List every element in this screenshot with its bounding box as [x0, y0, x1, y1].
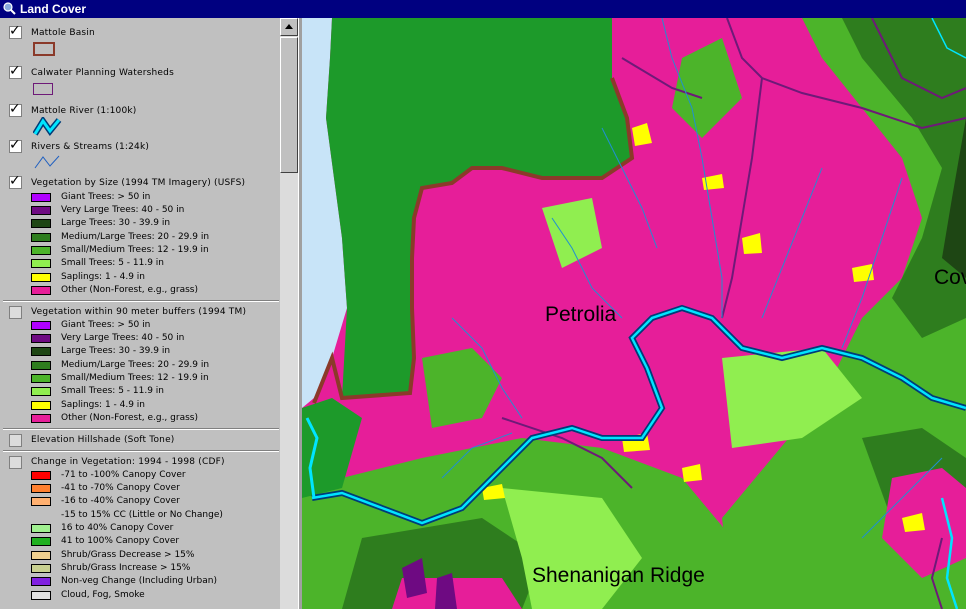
legend-label: Small Trees: 5 - 11.9 in: [61, 258, 164, 268]
legend-label: Other (Non-Forest, e.g., grass): [61, 413, 198, 423]
layer-checkbox-veg-size[interactable]: ✓: [9, 174, 22, 189]
legend-label: Very Large Trees: 40 - 50 in: [61, 333, 185, 343]
legend-swatch: [31, 233, 51, 242]
legend-label: -41 to -70% Canopy Cover: [61, 483, 180, 493]
legend-label: -15 to 15% CC (Little or No Change): [61, 510, 223, 520]
layer-name: Mattole River (1:100k): [31, 106, 137, 116]
layer-name: Elevation Hillshade (Soft Tone): [31, 435, 175, 445]
scroll-up-arrow-icon[interactable]: [280, 18, 298, 36]
basin-outline-symbol: [33, 42, 55, 56]
map-label-shenanigan-ridge: Shenanigan Ridge: [532, 564, 705, 587]
legend-label: Giant Trees: > 50 in: [61, 320, 151, 330]
legend-label: Shrub/Grass Increase > 15%: [61, 563, 191, 573]
legend-label: 41 to 100% Canopy Cover: [61, 536, 180, 546]
legend-label: 16 to 40% Canopy Cover: [61, 523, 174, 533]
layer-name: Change in Vegetation: 1994 - 1998 (CDF): [31, 457, 225, 467]
legend-label: Non-veg Change (Including Urban): [61, 576, 217, 586]
legend-label: Giant Trees: > 50 in: [61, 192, 151, 202]
title-bar[interactable]: Land Cover: [0, 0, 966, 18]
toc-scrollbar[interactable]: [280, 18, 298, 609]
legend-label: -16 to -40% Canopy Cover: [61, 496, 180, 506]
legend-label: Saplings: 1 - 4.9 in: [61, 272, 146, 282]
legend-swatch: [31, 286, 51, 295]
legend-swatch: [31, 273, 51, 282]
window-title: Land Cover: [20, 2, 87, 16]
table-of-contents: ✓ Mattole Basin ✓ Calwater Planning Wate…: [0, 18, 280, 609]
map-label-petrolia: Petrolia: [545, 303, 617, 326]
map-view[interactable]: Petrolia Shenanigan Ridge Cov: [302, 18, 966, 609]
legend-label: Large Trees: 30 - 39.9 in: [61, 346, 171, 356]
legend-swatch: [31, 219, 51, 228]
legend-swatch: [31, 374, 51, 383]
layer-checkbox-streams[interactable]: ✓: [9, 138, 22, 153]
legend-swatch: [31, 334, 51, 343]
legend-swatch: [31, 497, 51, 506]
legend-label: -71 to -100% Canopy Cover: [61, 470, 186, 480]
legend-label: Very Large Trees: 40 - 50 in: [61, 205, 185, 215]
legend-label: Cloud, Fog, Smoke: [61, 590, 145, 600]
layer-checkbox-veg-buffers[interactable]: [9, 306, 22, 319]
legend-swatch: [31, 414, 51, 423]
legend-swatch: [31, 564, 51, 573]
divider: [3, 428, 279, 430]
legend-label: Small/Medium Trees: 12 - 19.9 in: [61, 373, 209, 383]
legend-label: Medium/Large Trees: 20 - 29.9 in: [61, 360, 210, 370]
layer-name: Vegetation within 90 meter buffers (1994…: [31, 307, 247, 317]
legend-swatch: [31, 577, 51, 586]
layer-checkbox-veg-change[interactable]: [9, 456, 22, 469]
legend-swatch: [31, 259, 51, 268]
legend-swatch: [31, 387, 51, 396]
legend-label: Small/Medium Trees: 12 - 19.9 in: [61, 245, 209, 255]
legend-swatch: [31, 551, 51, 560]
divider: [3, 300, 279, 302]
app-icon: [3, 2, 16, 15]
divider: [3, 450, 279, 452]
stream-line-symbol: [34, 155, 60, 169]
layer-checkbox-calwater[interactable]: ✓: [9, 64, 22, 79]
river-line-symbol: [33, 117, 62, 136]
layer-name: Calwater Planning Watersheds: [31, 68, 174, 78]
map-label-cov: Cov: [934, 266, 966, 289]
layer-checkbox-hillshade[interactable]: [9, 434, 22, 447]
layer-name: Vegetation by Size (1994 TM Imagery) (US…: [31, 178, 246, 188]
legend-swatch: [31, 361, 51, 370]
layer-name: Mattole Basin: [31, 28, 95, 38]
legend-swatch: [31, 591, 51, 600]
legend-label: Small Trees: 5 - 11.9 in: [61, 386, 164, 396]
legend-label: Large Trees: 30 - 39.9 in: [61, 218, 171, 228]
layer-checkbox-mattole-basin[interactable]: ✓: [9, 24, 22, 39]
layer-name: Rivers & Streams (1:24k): [31, 142, 150, 152]
legend-swatch: [31, 246, 51, 255]
legend-swatch: [31, 511, 51, 520]
land-cover-map: [302, 18, 966, 609]
legend-swatch: [31, 193, 51, 202]
legend-label: Other (Non-Forest, e.g., grass): [61, 285, 198, 295]
legend-swatch: [31, 347, 51, 356]
legend-label: Medium/Large Trees: 20 - 29.9 in: [61, 232, 210, 242]
legend-swatch: [31, 484, 51, 493]
legend-swatch: [31, 471, 51, 480]
legend-swatch: [31, 401, 51, 410]
legend-label: Shrub/Grass Decrease > 15%: [61, 550, 195, 560]
legend-swatch: [31, 321, 51, 330]
legend-swatch: [31, 524, 51, 533]
scroll-thumb[interactable]: [280, 37, 298, 173]
legend-label: Saplings: 1 - 4.9 in: [61, 400, 146, 410]
legend-swatch: [31, 206, 51, 215]
watershed-outline-symbol: [33, 83, 53, 95]
layer-checkbox-mattole-river[interactable]: ✓: [9, 102, 22, 117]
legend-swatch: [31, 537, 51, 546]
